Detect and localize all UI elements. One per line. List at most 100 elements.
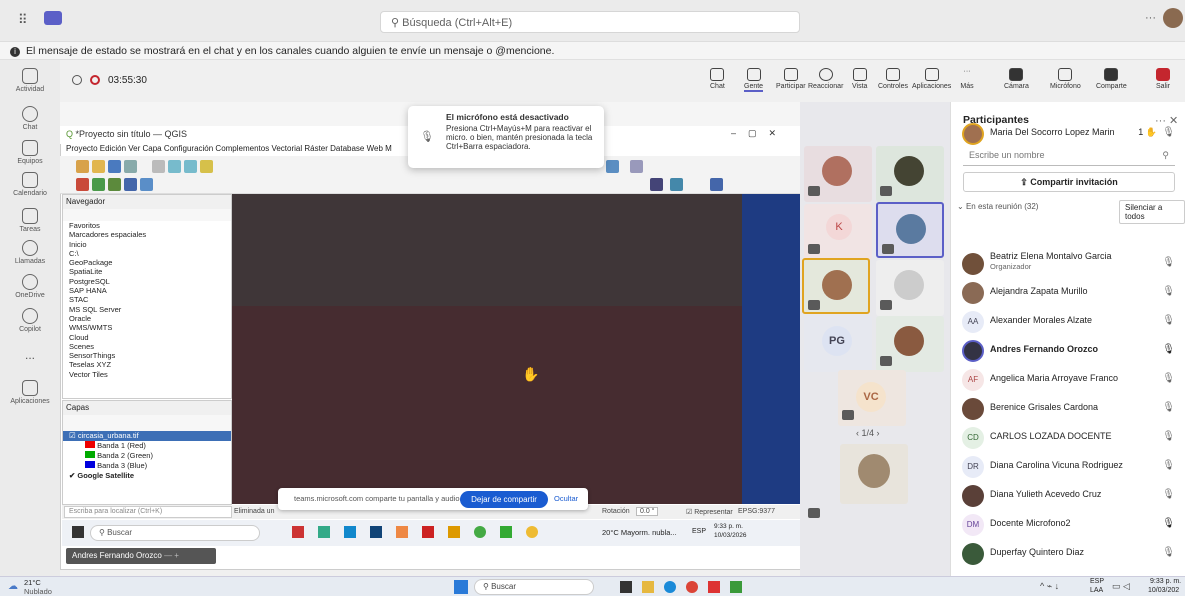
view-button[interactable]: Vista [852, 68, 867, 90]
measure-icon[interactable] [630, 160, 643, 173]
rail-more[interactable]: ... [0, 348, 60, 362]
map-canvas-edge[interactable] [742, 194, 800, 504]
share-button[interactable]: Comparte [1096, 68, 1127, 90]
video-tile-active[interactable] [876, 202, 944, 258]
participant-row[interactable]: Alejandra Zapata Murillo 🎙 [950, 278, 1185, 306]
tree-item[interactable]: GeoPackage [69, 258, 231, 267]
rail-activity[interactable]: Actividad [0, 68, 60, 93]
app-grid-icon[interactable]: ⠿ [18, 12, 28, 28]
stop-sharing-button[interactable]: Dejar de compartir [460, 491, 548, 508]
tree-item[interactable]: SensorThings [69, 351, 231, 360]
zoom-in-icon[interactable] [168, 160, 181, 173]
tree-item[interactable]: SAP HANA [69, 286, 231, 295]
camera-button[interactable]: Cámara [1004, 68, 1029, 90]
plugin2-icon[interactable] [670, 178, 683, 191]
tree-item[interactable]: WMS/WMTS [69, 323, 231, 332]
rotation-input[interactable]: 0.0 ° [636, 507, 659, 516]
tree-item[interactable]: MS SQL Server [69, 305, 231, 314]
windows-start-icon[interactable] [454, 580, 468, 594]
plugin3-icon[interactable] [710, 178, 723, 191]
video-tile[interactable]: VC [838, 370, 906, 426]
video-tile[interactable] [876, 316, 944, 372]
add-wms-icon[interactable] [140, 178, 153, 191]
rail-tasks[interactable]: Tareas [0, 208, 60, 233]
edge-icon[interactable] [664, 581, 676, 593]
leave-button[interactable]: Salir [1156, 68, 1170, 90]
add-delimited-icon[interactable] [108, 178, 121, 191]
zoom-full-icon[interactable] [200, 160, 213, 173]
rail-calls[interactable]: Llamadas [0, 240, 60, 265]
video-tile[interactable]: K [804, 204, 872, 260]
rail-onedrive[interactable]: OneDrive [0, 274, 60, 299]
add-raster-icon[interactable] [92, 178, 105, 191]
volume-icon[interactable]: ▭ ◁ [1112, 581, 1130, 592]
in-meeting-header[interactable]: ⌄ En esta reunión (32) [957, 202, 1038, 211]
tree-item[interactable]: Teselas XYZ [69, 360, 231, 369]
tree-item[interactable]: C:\ [69, 249, 231, 258]
avatar[interactable] [1163, 8, 1183, 28]
rail-teams[interactable]: Equipos [0, 140, 60, 165]
layers-toolbar[interactable] [63, 415, 231, 431]
participant-search[interactable]: Escribe un nombre ⚲ [963, 146, 1175, 166]
checkbox-icon[interactable]: ☑ [69, 431, 78, 440]
tree-item[interactable]: Favoritos [69, 221, 231, 230]
new-project-icon[interactable] [76, 160, 89, 173]
save-icon[interactable] [108, 160, 121, 173]
participant-row[interactable]: CD CARLOS LOZADA DOCENTE 🎙 [950, 423, 1185, 451]
tree-item[interactable]: PostgreSQL [69, 277, 231, 286]
participant-row[interactable]: Berenice Grisales Cardona 🎙 [950, 394, 1185, 422]
map-canvas-top[interactable] [232, 194, 742, 306]
qgis-icon[interactable] [730, 581, 742, 593]
participant-row[interactable]: DR Diana Carolina Vicuna Rodriguez 🎙 [950, 452, 1185, 480]
zoom-out-icon[interactable] [184, 160, 197, 173]
taskbar-search[interactable]: ⚲ Buscar [474, 579, 594, 595]
video-tile[interactable] [840, 444, 908, 504]
participant-row[interactable]: Diana Yulieth Acevedo Cruz 🎙 [950, 481, 1185, 509]
participant-row[interactable]: Beatriz Elena Montalvo Garcia Organizador… [950, 249, 1185, 277]
participant-row[interactable]: AA Alexander Morales Alzate 🎙 [950, 307, 1185, 335]
mute-all-button[interactable]: Silenciar a todos [1119, 200, 1185, 224]
participant-row[interactable]: Maria Del Socorro Lopez Marin 1 ✋ 🎙 [950, 119, 1185, 147]
video-tile[interactable]: PG [804, 316, 872, 372]
participant-row[interactable]: Duperfay Quintero Diaz 🎙 [950, 539, 1185, 567]
add-db-icon[interactable] [124, 178, 137, 191]
people-button[interactable]: Gente [744, 68, 764, 92]
tree-item[interactable]: STAC [69, 295, 231, 304]
video-tile[interactable] [804, 146, 872, 202]
tree-item[interactable]: Vector Tiles [69, 370, 231, 379]
more-options-button[interactable]: ··· [1145, 12, 1156, 24]
search-input[interactable]: ⚲ Búsqueda (Ctrl+Alt+E) [380, 11, 800, 33]
share-invite-button[interactable]: ⇪ Compartir invitación [963, 172, 1175, 192]
tree-item[interactable]: Oracle [69, 314, 231, 323]
video-tile[interactable] [876, 146, 944, 202]
tree-item[interactable]: SpatiaLite [69, 267, 231, 276]
controls-button[interactable]: Controles [878, 68, 908, 90]
plugin-icon[interactable] [650, 178, 663, 191]
navigator-tree[interactable]: Favoritos Marcadores espaciales Inicio C… [63, 221, 231, 379]
participant-row[interactable]: Andres Fernando Orozco 🎙 [950, 336, 1185, 364]
react-button[interactable]: Reaccionar [808, 68, 843, 90]
video-tile-speaking[interactable] [802, 258, 870, 314]
participant-row[interactable]: DM Docente Microfono2 🎙 [950, 510, 1185, 538]
mic-button[interactable]: Micrófono [1050, 68, 1081, 90]
pan-icon[interactable] [152, 160, 165, 173]
tree-item[interactable]: Inicio [69, 240, 231, 249]
gallery-pager[interactable]: ‹ 1/4 › [856, 428, 880, 438]
rail-apps[interactable]: Aplicaciones [0, 380, 60, 405]
chrome-icon[interactable] [686, 581, 698, 593]
file-explorer-icon[interactable] [642, 581, 654, 593]
tree-item[interactable]: Marcadores espaciales [69, 230, 231, 239]
tree-item[interactable]: Scenes [69, 342, 231, 351]
apps-button[interactable]: Aplicaciones [912, 68, 951, 90]
chat-button[interactable]: Chat [710, 68, 725, 90]
add-vector-icon[interactable] [76, 178, 89, 191]
locator-input[interactable]: Escriba para localizar (Ctrl+K) [64, 506, 232, 518]
statistics-icon[interactable] [606, 160, 619, 173]
acrobat-icon[interactable] [708, 581, 720, 593]
rail-chat[interactable]: Chat [0, 106, 60, 131]
print-icon[interactable] [124, 160, 137, 173]
rail-copilot[interactable]: Copilot [0, 308, 60, 333]
navigator-toolbar[interactable] [63, 209, 231, 221]
window-controls[interactable]: –▢✕ [731, 128, 788, 139]
tree-item[interactable]: Cloud [69, 333, 231, 342]
